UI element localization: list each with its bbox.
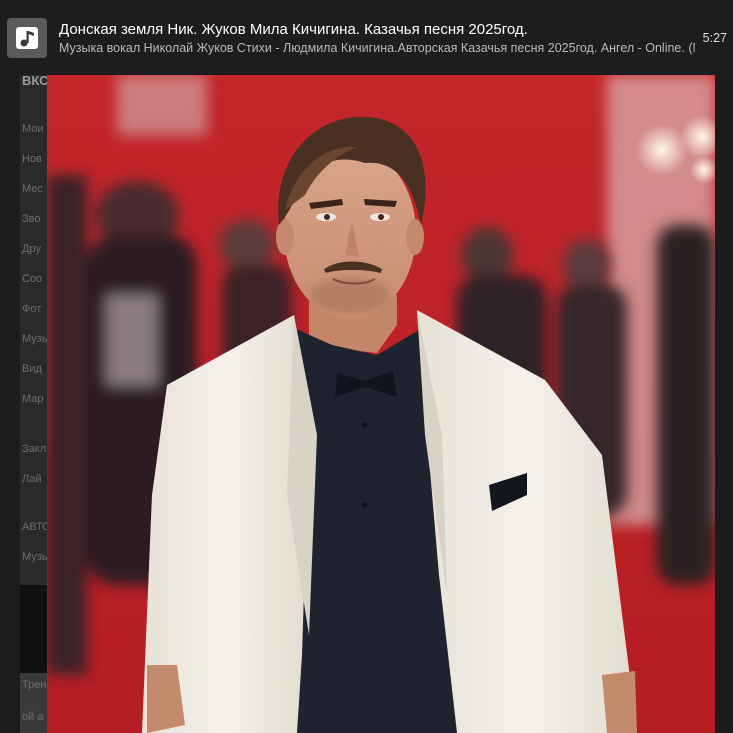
bg-label: Мар [22,393,44,405]
bg-label: Вид [22,363,42,375]
bg-label: Мес [22,183,43,195]
track-duration: 5:27 [702,31,727,45]
bg-label: Трен [22,679,47,691]
viewer-margin [715,75,733,733]
bg-label: Дру [22,243,41,255]
bg-label: Нов [22,153,42,165]
bg-label: Соо [22,273,43,285]
bg-label: Зво [22,213,41,225]
track-description: Музыка вокал Николай Жуков Стихи - Людми… [59,41,695,55]
bg-label: Музы [22,333,50,345]
track-title[interactable]: Донская земля Ник. Жуков Мила Кичигина. … [59,20,679,40]
music-note-icon[interactable] [7,18,47,58]
media-header: Донская земля Ник. Жуков Мила Кичигина. … [0,0,733,75]
portrait-illustration [47,75,715,733]
bg-label: Музы [22,551,50,563]
bg-label: Лай [22,473,42,485]
bg-label: Закл [22,443,47,455]
bg-label: Фот [22,303,42,315]
bg-label: Мои [22,123,44,135]
cover-image[interactable] [47,75,715,733]
bg-label: ВКС [22,75,49,88]
bg-label: ой а [22,711,44,723]
